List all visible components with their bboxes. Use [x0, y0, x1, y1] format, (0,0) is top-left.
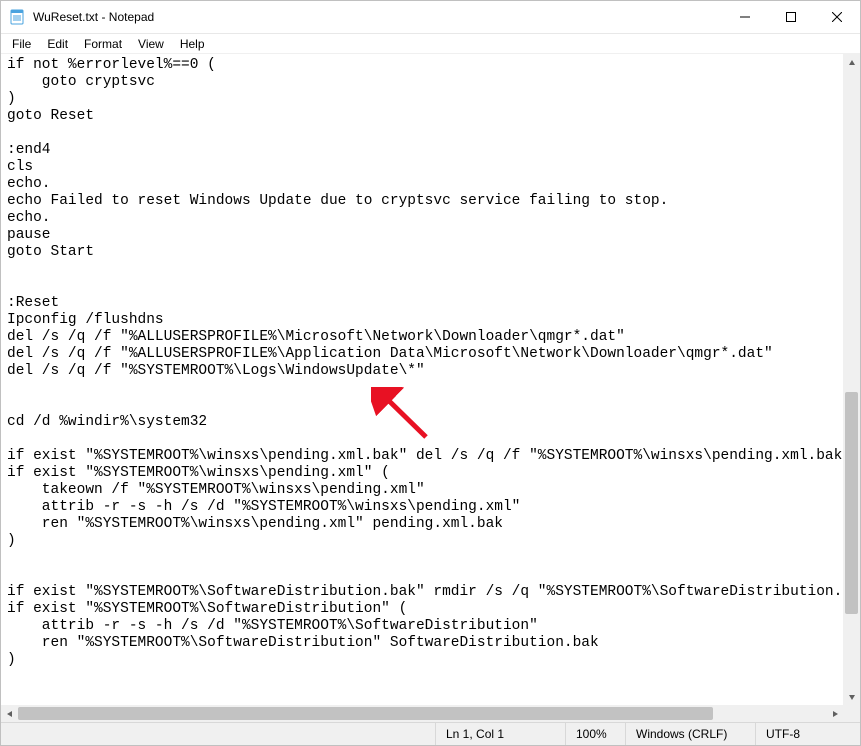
maximize-button[interactable] — [768, 1, 814, 33]
scroll-left-button[interactable] — [1, 705, 18, 722]
horizontal-scrollbar[interactable] — [1, 705, 843, 722]
status-encoding: UTF-8 — [755, 723, 860, 745]
menu-edit[interactable]: Edit — [40, 36, 75, 52]
status-position: Ln 1, Col 1 — [435, 723, 565, 745]
status-eol: Windows (CRLF) — [625, 723, 755, 745]
scroll-up-button[interactable] — [843, 54, 860, 71]
menu-format[interactable]: Format — [77, 36, 129, 52]
notepad-icon — [9, 9, 25, 25]
horizontal-scroll-thumb[interactable] — [18, 707, 713, 720]
scroll-down-button[interactable] — [843, 688, 860, 705]
window-title: WuReset.txt - Notepad — [33, 10, 154, 24]
editor-viewport: if not %errorlevel%==0 ( goto cryptsvc )… — [1, 54, 860, 722]
minimize-button[interactable] — [722, 1, 768, 33]
status-zoom: 100% — [565, 723, 625, 745]
menu-file[interactable]: File — [5, 36, 38, 52]
menu-help[interactable]: Help — [173, 36, 212, 52]
status-empty — [1, 723, 435, 745]
vertical-scrollbar[interactable] — [843, 54, 860, 705]
scroll-right-button[interactable] — [826, 705, 843, 722]
status-bar: Ln 1, Col 1 100% Windows (CRLF) UTF-8 — [1, 722, 860, 745]
text-area[interactable]: if not %errorlevel%==0 ( goto cryptsvc )… — [1, 54, 860, 722]
close-button[interactable] — [814, 1, 860, 33]
scroll-corner — [843, 705, 860, 722]
menu-bar: File Edit Format View Help — [1, 34, 860, 54]
vertical-scroll-thumb[interactable] — [845, 392, 858, 614]
window-controls — [722, 1, 860, 33]
title-bar: WuReset.txt - Notepad — [1, 1, 860, 34]
horizontal-scroll-track[interactable] — [18, 705, 826, 722]
menu-view[interactable]: View — [131, 36, 171, 52]
vertical-scroll-track[interactable] — [843, 71, 860, 688]
